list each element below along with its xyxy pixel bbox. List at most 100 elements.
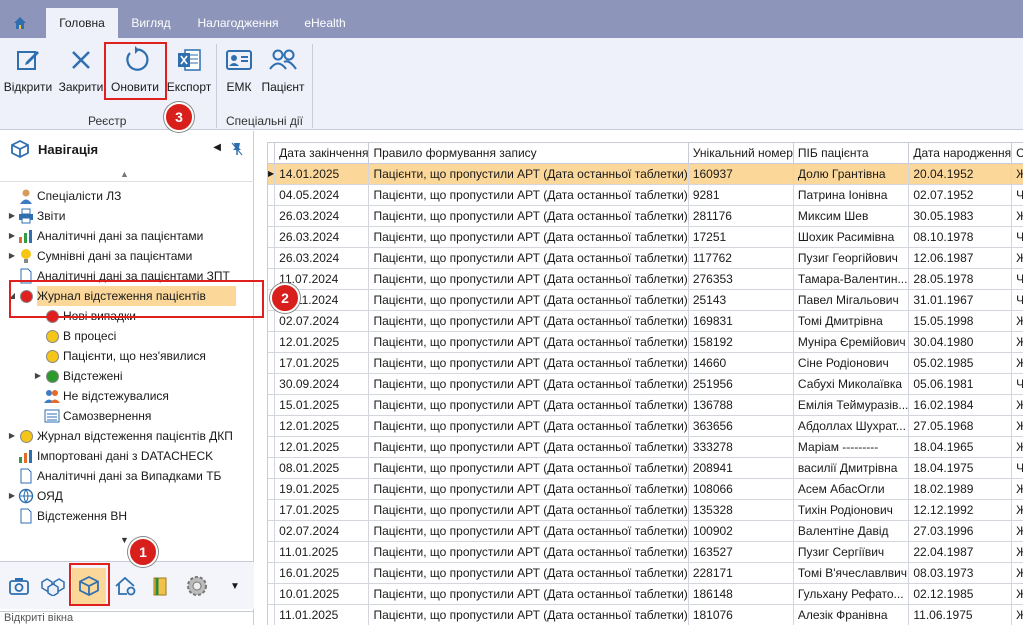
table-cell[interactable]: 12.01.2025: [274, 436, 370, 458]
table-cell[interactable]: 14660: [688, 352, 794, 374]
table-cell[interactable]: 11.01.2025: [274, 541, 370, 563]
table-cell[interactable]: 11.01.2025: [274, 604, 370, 625]
row-indicator[interactable]: [268, 394, 276, 416]
expand-arrow-icon[interactable]: ▶: [6, 206, 18, 226]
table-cell[interactable]: 135328: [688, 499, 794, 521]
row-indicator[interactable]: [268, 247, 276, 269]
table-cell[interactable]: василії Дмитрівна: [793, 457, 910, 479]
table-row[interactable]: 12.01.2025 Пацієнти, що пропустили АРТ (Д…: [268, 436, 1023, 458]
table-cell[interactable]: 26.03.2024: [274, 247, 370, 269]
row-indicator[interactable]: [268, 184, 276, 206]
table-cell[interactable]: 17.01.2025: [274, 499, 370, 521]
table-cell[interactable]: Алезік Франівна: [793, 604, 910, 625]
table-cell[interactable]: Тихін Родіонович: [793, 499, 910, 521]
table-cell[interactable]: 251956: [688, 373, 794, 395]
gear-button[interactable]: [180, 568, 214, 604]
table-cell[interactable]: Пацієнти, що пропустили АРТ (Дата останн…: [368, 184, 689, 206]
table-cell[interactable]: Асем АбасОгли: [793, 478, 910, 500]
table-cell[interactable]: Пацієнти, що пропустили АРТ (Дата останн…: [368, 436, 689, 458]
table-cell[interactable]: 27.03.1996: [908, 520, 1013, 542]
table-cell[interactable]: Пацієнти, що пропустили АРТ (Дата останн…: [368, 226, 689, 248]
table-cell[interactable]: 281176: [688, 205, 794, 227]
open-button[interactable]: Відкрити: [2, 44, 54, 102]
table-row[interactable]: 10.01.2025 Пацієнти, що пропустили АРТ (Д…: [268, 583, 1023, 605]
table-cell[interactable]: Пацієнти, що пропустили АРТ (Дата останн…: [368, 583, 689, 605]
table-cell[interactable]: 333278: [688, 436, 794, 458]
table-cell[interactable]: 16.01.2025: [274, 562, 370, 584]
row-indicator[interactable]: [268, 541, 276, 563]
table-cell[interactable]: Жін...: [1011, 205, 1023, 227]
table-cell[interactable]: 12.01.2025: [274, 331, 370, 353]
table-cell[interactable]: 17.01.2025: [274, 352, 370, 374]
table-cell[interactable]: Долю Грантівна: [793, 163, 910, 185]
row-indicator[interactable]: [268, 499, 276, 521]
table-cell[interactable]: 02.07.1952: [908, 184, 1013, 206]
table-row[interactable]: 02.07.2024 Пацієнти, що пропустили АРТ (Д…: [268, 520, 1023, 542]
table-cell[interactable]: 100902: [688, 520, 794, 542]
row-indicator[interactable]: [268, 268, 276, 290]
table-cell[interactable]: Муніра Єремійович: [793, 331, 910, 353]
table-cell[interactable]: Чол...: [1011, 184, 1023, 206]
column-header-end-date[interactable]: Дата закінчення: [274, 143, 370, 164]
house-gear-button[interactable]: [108, 568, 142, 604]
table-row[interactable]: 26.03.2024 Пацієнти, що пропустили АРТ (Д…: [268, 226, 1023, 248]
more-dropdown-icon[interactable]: ▼: [218, 568, 252, 604]
table-cell[interactable]: Емілія Теймуразів...: [793, 394, 910, 416]
table-cell[interactable]: Пацієнти, що пропустили АРТ (Дата останн…: [368, 352, 689, 374]
table-cell[interactable]: 26.03.2024: [274, 205, 370, 227]
table-cell[interactable]: 27.05.1968: [908, 415, 1013, 437]
table-cell[interactable]: Пацієнти, що пропустили АРТ (Дата останн…: [368, 373, 689, 395]
table-cell[interactable]: 28.05.1978: [908, 268, 1013, 290]
nav-item-tracked[interactable]: ▶ Відстежені: [32, 366, 123, 386]
table-cell[interactable]: 108066: [688, 478, 794, 500]
table-cell[interactable]: 17251: [688, 226, 794, 248]
table-cell[interactable]: Маріам ---------: [793, 436, 910, 458]
table-cell[interactable]: 31.01.1967: [908, 289, 1013, 311]
table-cell[interactable]: Пацієнти, що пропустили АРТ (Дата останн…: [368, 457, 689, 479]
table-cell[interactable]: Жін...: [1011, 310, 1023, 332]
table-cell[interactable]: Пацієнти, що пропустили АРТ (Дата останн…: [368, 247, 689, 269]
scroll-down-arrow[interactable]: ▼: [120, 535, 129, 545]
table-cell[interactable]: 18.02.1989: [908, 478, 1013, 500]
row-indicator[interactable]: [268, 352, 276, 374]
book-button[interactable]: [144, 568, 178, 604]
table-cell[interactable]: Жін...: [1011, 478, 1023, 500]
table-row[interactable]: 04.05.2024 Пацієнти, що пропустили АРТ (Д…: [268, 184, 1023, 206]
expand-arrow-icon[interactable]: ▶: [6, 246, 18, 266]
table-row[interactable]: 26.03.2024 Пацієнти, що пропустили АРТ (Д…: [268, 247, 1023, 269]
table-cell[interactable]: Пацієнти, що пропустили АРТ (Дата останн…: [368, 520, 689, 542]
table-cell[interactable]: 160937: [688, 163, 794, 185]
table-cell[interactable]: 186148: [688, 583, 794, 605]
row-indicator[interactable]: [268, 436, 276, 458]
table-cell[interactable]: Пацієнти, що пропустили АРТ (Дата останн…: [368, 562, 689, 584]
table-cell[interactable]: Пузиг Георгійович: [793, 247, 910, 269]
column-header-gender[interactable]: Стать: [1011, 143, 1023, 164]
emk-button[interactable]: ЕМК: [220, 44, 258, 102]
table-row[interactable]: 08.01.2025 Пацієнти, що пропустили АРТ (Д…: [268, 457, 1023, 479]
table-cell[interactable]: 30.09.2024: [274, 373, 370, 395]
table-row[interactable]: 11.01.2025 Пацієнти, що пропустили АРТ (Д…: [268, 541, 1023, 563]
table-cell[interactable]: Пацієнти, що пропустили АРТ (Дата останн…: [368, 478, 689, 500]
table-cell[interactable]: Патрина Іонівна: [793, 184, 910, 206]
table-cell[interactable]: Миксим Шев: [793, 205, 910, 227]
table-cell[interactable]: 117762: [688, 247, 794, 269]
table-cell[interactable]: 363656: [688, 415, 794, 437]
pin-icon[interactable]: [231, 142, 243, 159]
nav-item-datacheck-import[interactable]: Імпортовані дані з DATACHECK: [6, 446, 213, 466]
table-cell[interactable]: 22.04.1987: [908, 541, 1013, 563]
nav-item-tb-analytics[interactable]: Аналітичні дані за Випадками ТБ: [6, 466, 221, 486]
nav-item-specialists[interactable]: Спеціалісти ЛЗ: [6, 186, 121, 206]
row-indicator[interactable]: [268, 583, 276, 605]
home-button[interactable]: [0, 8, 40, 38]
table-cell[interactable]: Пацієнти, що пропустили АРТ (Дата останн…: [368, 268, 689, 290]
expand-arrow-icon[interactable]: ▶: [6, 486, 18, 506]
expand-arrow-icon[interactable]: ▶: [6, 426, 18, 446]
collapse-left-icon[interactable]: ◀: [213, 142, 221, 153]
column-header-rule[interactable]: Правило формування запису: [368, 143, 689, 164]
table-cell[interactable]: Жін...: [1011, 331, 1023, 353]
tab-settings[interactable]: Налагодження: [186, 8, 290, 38]
table-cell[interactable]: Жін...: [1011, 499, 1023, 521]
expand-arrow-icon[interactable]: ▶: [32, 366, 44, 386]
table-row[interactable]: 17.01.2025 Пацієнти, що пропустили АРТ (Д…: [268, 499, 1023, 521]
table-cell[interactable]: Жін...: [1011, 352, 1023, 374]
